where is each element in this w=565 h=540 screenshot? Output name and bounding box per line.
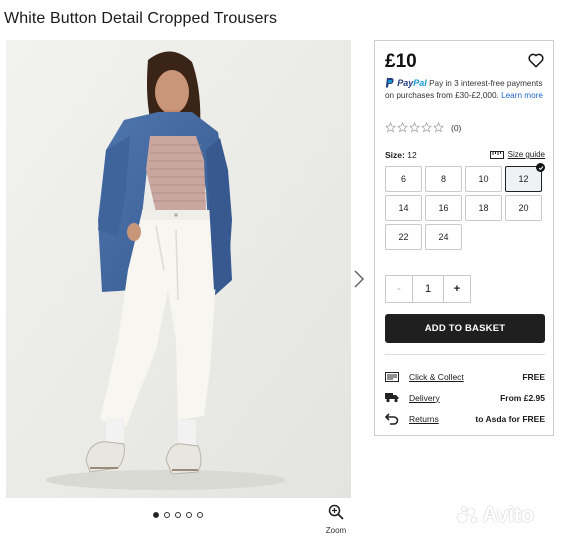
star-icon — [433, 122, 444, 133]
size-option-20[interactable]: 20 — [505, 195, 542, 221]
wishlist-button[interactable] — [527, 51, 545, 69]
star-icon — [409, 122, 420, 133]
ruler-icon — [489, 150, 504, 159]
size-option-16[interactable]: 16 — [425, 195, 462, 221]
returns-icon — [385, 412, 399, 425]
delivery-option-link[interactable]: Click & Collect — [409, 372, 522, 382]
delivery-option-link[interactable]: Returns — [409, 414, 475, 424]
delivery-truck-icon — [385, 392, 399, 404]
size-option-12[interactable]: 12 — [505, 163, 545, 192]
page-title: White Button Detail Cropped Trousers — [4, 10, 278, 27]
rating[interactable]: (0) — [385, 122, 461, 133]
gallery-dot[interactable] — [175, 512, 181, 518]
quantity-decrease-button[interactable]: - — [385, 275, 413, 303]
zoom-label: Zoom — [325, 526, 347, 535]
quantity-stepper: - 1 + — [385, 275, 471, 303]
paypal-icon — [385, 78, 394, 88]
heart-icon[interactable] — [527, 51, 545, 69]
size-options: 6 8 10 12 14 16 18 20 22 24 — [385, 163, 545, 250]
gallery-pagination — [153, 512, 203, 518]
star-icon — [421, 122, 432, 133]
size-option-8[interactable]: 8 — [425, 166, 462, 192]
product-photo — [6, 40, 351, 498]
star-icon — [397, 122, 408, 133]
avito-logo-icon — [456, 506, 478, 524]
click-collect-icon — [385, 371, 399, 383]
zoom-button[interactable]: Zoom — [325, 504, 347, 535]
selected-size: 12 — [407, 150, 417, 160]
add-to-basket-button[interactable]: ADD TO BASKET — [385, 314, 545, 343]
delivery-option-link[interactable]: Delivery — [409, 393, 500, 403]
delivery-option: Click & Collect FREE — [385, 366, 545, 387]
checkmark-icon — [536, 163, 545, 172]
size-guide-link[interactable]: Size guide — [489, 150, 545, 159]
review-count[interactable]: (0) — [451, 123, 461, 133]
learn-more-link[interactable]: Learn more — [501, 91, 543, 100]
size-option-18[interactable]: 18 — [465, 195, 502, 221]
quantity-increase-button[interactable]: + — [443, 275, 471, 303]
product-image[interactable] — [6, 40, 351, 498]
gallery-dot[interactable] — [153, 512, 159, 518]
size-label: Size: — [385, 150, 405, 160]
gallery-dot[interactable] — [186, 512, 192, 518]
size-option-14[interactable]: 14 — [385, 195, 422, 221]
gallery-dot[interactable] — [164, 512, 170, 518]
delivery-option: Returns to Asda for FREE — [385, 408, 545, 429]
delivery-option-value: From £2.95 — [500, 392, 545, 403]
paypal-installments: PayPal Pay in 3 interest-free payments o… — [385, 78, 550, 101]
watermark-text: Avito — [482, 502, 534, 527]
quantity-value[interactable]: 1 — [412, 275, 444, 303]
size-option-22[interactable]: 22 — [385, 224, 422, 250]
zoom-icon[interactable] — [328, 504, 344, 520]
avito-watermark: Avito — [456, 502, 534, 528]
chevron-right-icon[interactable] — [352, 268, 366, 290]
delivery-option: Delivery From £2.95 — [385, 387, 545, 408]
next-image-arrow[interactable] — [352, 268, 366, 290]
purchase-panel: £10 PayPal Pay in 3 interest-free paymen… — [374, 40, 554, 436]
price: £10 — [385, 51, 417, 72]
delivery-option-value: FREE — [522, 371, 545, 382]
star-icon — [385, 122, 396, 133]
size-option-24[interactable]: 24 — [425, 224, 462, 250]
gallery-dot[interactable] — [197, 512, 203, 518]
divider — [385, 354, 545, 355]
delivery-options: Click & Collect FREE Delivery From £2.95 Ret… — [385, 366, 545, 429]
delivery-option-value: to Asda for FREE — [475, 413, 545, 424]
size-option-10[interactable]: 10 — [465, 166, 502, 192]
size-option-6[interactable]: 6 — [385, 166, 422, 192]
size-selector-header: Size: 12 Size guide — [385, 150, 545, 160]
paypal-logo: PayPal — [397, 78, 427, 88]
